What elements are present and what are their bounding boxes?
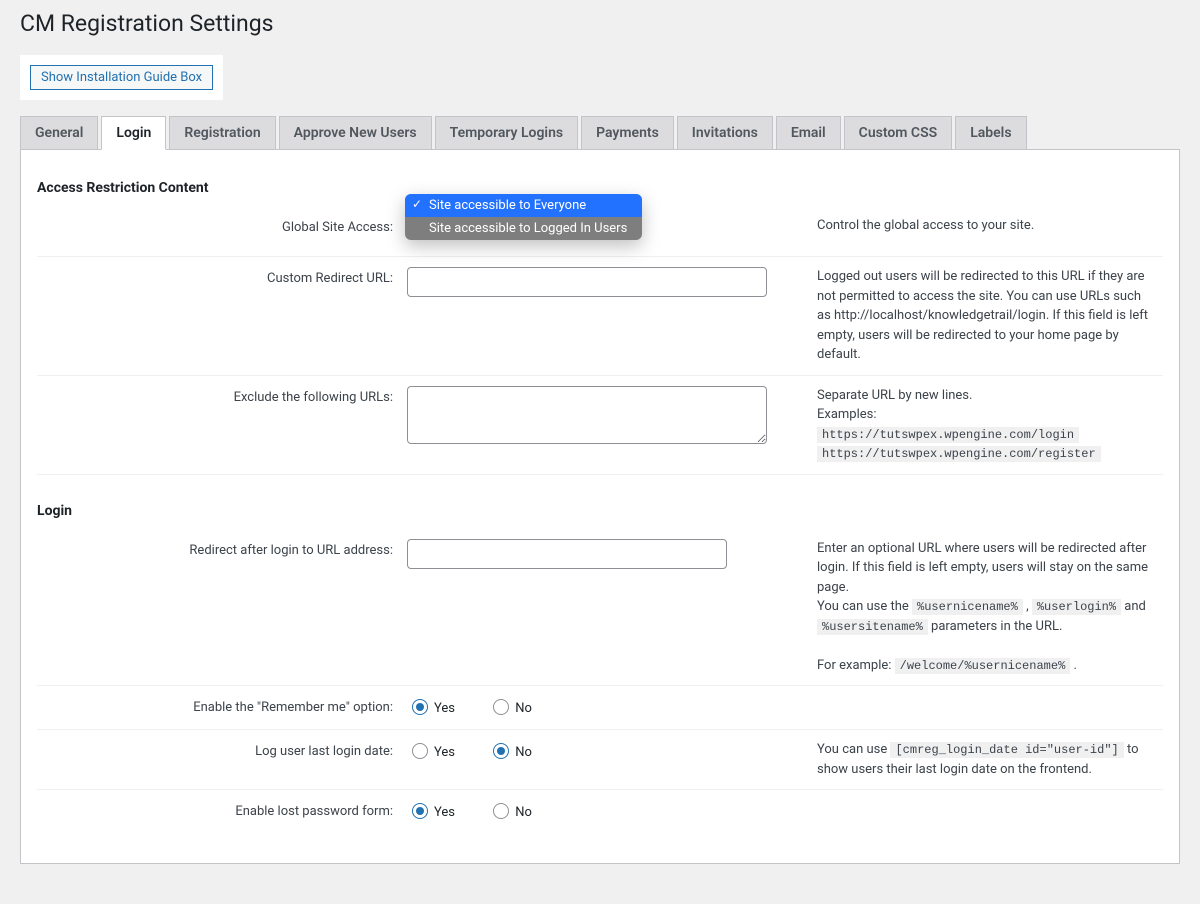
label-custom-redirect-url: Custom Redirect URL: bbox=[37, 257, 407, 376]
row-log-last-login: Log user last login date: Yes No You can… bbox=[37, 730, 1163, 790]
global-access-option-everyone[interactable]: Site accessible to Everyone bbox=[405, 194, 642, 217]
lost-password-yes-radio[interactable] bbox=[412, 803, 428, 819]
label-lost-password: Enable lost password form: bbox=[37, 790, 407, 834]
lost-password-yes[interactable]: Yes bbox=[407, 805, 455, 820]
tab-invitations[interactable]: Invitations bbox=[677, 116, 773, 150]
code: /welcome/%usernicename% bbox=[895, 658, 1071, 674]
lost-password-no[interactable]: No bbox=[488, 805, 532, 820]
tab-registration[interactable]: Registration bbox=[169, 116, 275, 150]
text: Yes bbox=[434, 805, 455, 820]
text: You can use the bbox=[817, 599, 912, 614]
text: No bbox=[515, 745, 532, 760]
row-remember-me: Enable the "Remember me" option: Yes No bbox=[37, 686, 1163, 730]
row-lost-password: Enable lost password form: Yes No bbox=[37, 790, 1163, 834]
row-custom-redirect-url: Custom Redirect URL: Logged out users wi… bbox=[37, 257, 1163, 376]
code: %usersitename% bbox=[817, 619, 928, 635]
row-exclude-urls: Exclude the following URLs: Separate URL… bbox=[37, 375, 1163, 474]
text: Examples: bbox=[817, 407, 877, 422]
redirect-after-login-input[interactable] bbox=[407, 539, 727, 569]
log-last-login-no[interactable]: No bbox=[488, 745, 532, 760]
text: . bbox=[1070, 658, 1077, 673]
desc-redirect-after-login: Enter an optional URL where users will b… bbox=[787, 529, 1163, 686]
tab-email[interactable]: Email bbox=[776, 116, 841, 150]
log-last-login-no-radio[interactable] bbox=[493, 743, 509, 759]
desc-exclude-urls: Separate URL by new lines. Examples: htt… bbox=[787, 375, 1163, 474]
code: %usernicename% bbox=[912, 599, 1023, 615]
label-redirect-after-login: Redirect after login to URL address: bbox=[37, 529, 407, 686]
code-example: https://tutswpex.wpengine.com/register bbox=[817, 446, 1101, 462]
remember-me-no-radio[interactable] bbox=[493, 699, 509, 715]
text: , bbox=[1023, 599, 1032, 614]
tab-payments[interactable]: Payments bbox=[581, 116, 674, 150]
exclude-urls-textarea[interactable] bbox=[407, 386, 767, 444]
tab-general[interactable]: General bbox=[20, 116, 98, 150]
label-global-site-access: Global Site Access: bbox=[37, 206, 407, 257]
lost-password-no-radio[interactable] bbox=[493, 803, 509, 819]
show-installation-guide-button[interactable]: Show Installation Guide Box bbox=[30, 65, 213, 90]
text: parameters in the URL. bbox=[928, 619, 1063, 634]
desc-global-site-access: Control the global access to your site. bbox=[787, 206, 1163, 257]
text: Yes bbox=[434, 701, 455, 716]
code: %userlogin% bbox=[1032, 599, 1121, 615]
custom-redirect-url-input[interactable] bbox=[407, 267, 767, 297]
remember-me-no[interactable]: No bbox=[488, 701, 532, 716]
settings-panel: Access Restriction Content Global Site A… bbox=[20, 149, 1180, 864]
label-log-last-login: Log user last login date: bbox=[37, 730, 407, 790]
desc-log-last-login: You can use [cmreg_login_date id="user-i… bbox=[787, 730, 1163, 790]
desc-custom-redirect-url: Logged out users will be redirected to t… bbox=[787, 257, 1163, 376]
text: and bbox=[1121, 599, 1146, 614]
remember-me-yes-radio[interactable] bbox=[412, 699, 428, 715]
tab-login[interactable]: Login bbox=[101, 116, 166, 150]
tab-labels[interactable]: Labels bbox=[955, 116, 1026, 150]
label-remember-me: Enable the "Remember me" option: bbox=[37, 686, 407, 730]
log-last-login-yes-radio[interactable] bbox=[412, 743, 428, 759]
text: For example: bbox=[817, 658, 895, 673]
code: [cmreg_login_date id="user-id"] bbox=[890, 742, 1123, 758]
text: No bbox=[515, 805, 532, 820]
remember-me-yes[interactable]: Yes bbox=[407, 701, 455, 716]
text: You can use bbox=[817, 742, 890, 757]
label-exclude-urls: Exclude the following URLs: bbox=[37, 375, 407, 474]
section-login: Login bbox=[37, 503, 1163, 519]
text: Separate URL by new lines. bbox=[817, 388, 972, 403]
tab-temporary-logins[interactable]: Temporary Logins bbox=[435, 116, 578, 150]
tab-approve-new-users[interactable]: Approve New Users bbox=[279, 116, 432, 150]
tabs-nav: General Login Registration Approve New U… bbox=[20, 116, 1180, 150]
page-title: CM Registration Settings bbox=[20, 10, 1180, 37]
text: Yes bbox=[434, 745, 455, 760]
text: Enter an optional URL where users will b… bbox=[817, 541, 1148, 595]
tab-custom-css[interactable]: Custom CSS bbox=[844, 116, 953, 150]
guide-box: Show Installation Guide Box bbox=[20, 55, 223, 100]
text: No bbox=[515, 701, 532, 716]
code-example: https://tutswpex.wpengine.com/login bbox=[817, 427, 1079, 443]
log-last-login-yes[interactable]: Yes bbox=[407, 745, 455, 760]
global-site-access-dropdown[interactable]: Site accessible to Everyone Site accessi… bbox=[405, 194, 642, 240]
global-access-option-loggedin[interactable]: Site accessible to Logged In Users bbox=[405, 217, 642, 240]
row-redirect-after-login: Redirect after login to URL address: Ent… bbox=[37, 529, 1163, 686]
